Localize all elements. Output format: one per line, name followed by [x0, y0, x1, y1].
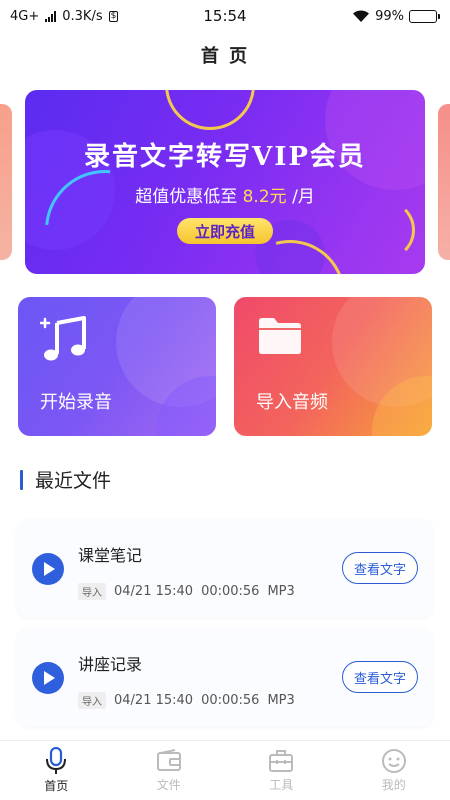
file-tag: 导入	[78, 692, 106, 709]
recharge-button[interactable]: 立即充值	[177, 218, 273, 244]
page-title: 首 页	[200, 46, 250, 67]
banner-subtitle-suffix: /月	[292, 187, 315, 207]
list-item[interactable]: 讲座记录 导入 04/21 15:40 00:00:56 MP3 查看文字	[18, 629, 432, 726]
start-recording-card[interactable]: 开始录音	[18, 297, 216, 436]
recent-files-heading: 最近文件	[20, 466, 111, 493]
play-icon	[44, 562, 55, 576]
status-bar: 4G+ 0.3K/s $ 15:54 99%	[0, 0, 450, 32]
tab-files[interactable]: 文件	[113, 741, 226, 800]
banner-title: 录音文字转写VIP会员	[84, 142, 366, 172]
file-meta: 导入 04/21 15:40 00:00:56 MP3	[78, 583, 303, 600]
status-left: 4G+ 0.3K/s $	[10, 8, 119, 24]
file-date: 04/21 15:40	[114, 693, 194, 708]
import-audio-label: 导入音频	[256, 392, 328, 413]
play-button[interactable]	[32, 553, 64, 585]
tab-profile-label: 我的	[381, 778, 406, 792]
section-accent-bar	[20, 469, 23, 490]
file-duration: 00:00:56	[201, 693, 260, 708]
tab-tools-label: 工具	[269, 778, 294, 792]
folder-icon	[259, 318, 301, 354]
banner-decoration	[355, 200, 415, 260]
tab-files-label: 文件	[156, 778, 181, 792]
recent-files-title: 最近文件	[35, 470, 112, 492]
sd-card-icon: $	[108, 10, 119, 22]
tab-home-label: 首页	[44, 779, 69, 793]
banner-carousel[interactable]: 录音文字转写VIP会员 超值优惠低至 8.2元 /月 立即充值	[0, 90, 450, 274]
file-meta: 导入 04/21 15:40 00:00:56 MP3	[78, 692, 303, 709]
file-name: 课堂笔记	[78, 546, 143, 565]
tab-home[interactable]: 首页	[0, 741, 113, 800]
file-duration: 00:00:56	[201, 584, 260, 599]
play-icon	[44, 671, 55, 685]
network-speed: 0.3K/s	[62, 8, 103, 24]
import-audio-card[interactable]: 导入音频	[234, 297, 432, 436]
file-format: MP3	[267, 693, 295, 708]
play-button[interactable]	[32, 662, 64, 694]
vip-banner[interactable]: 录音文字转写VIP会员 超值优惠低至 8.2元 /月 立即充值	[25, 90, 425, 274]
status-right: 99%	[352, 9, 440, 24]
battery-percent: 99%	[375, 8, 404, 24]
tab-tools[interactable]: 工具	[225, 741, 338, 800]
battery-icon	[409, 9, 440, 23]
network-type: 4G+	[10, 8, 40, 24]
file-tag: 导入	[78, 583, 106, 600]
wifi-icon	[353, 10, 370, 22]
banner-prev-slide[interactable]	[0, 104, 12, 260]
file-format: MP3	[267, 584, 295, 599]
view-text-button[interactable]: 查看文字	[342, 552, 418, 584]
list-item[interactable]: 课堂笔记 导入 04/21 15:40 00:00:56 MP3 查看文字	[18, 520, 432, 617]
file-date: 04/21 15:40	[114, 584, 194, 599]
wallet-icon	[156, 749, 181, 771]
start-recording-label: 开始录音	[40, 392, 112, 413]
smiley-icon	[381, 749, 406, 773]
banner-subtitle: 超值优惠低至 8.2元 /月	[25, 182, 425, 207]
banner-subtitle-prefix: 超值优惠低至	[135, 187, 238, 207]
microphone-icon	[46, 747, 67, 774]
tab-profile[interactable]: 我的	[338, 741, 450, 800]
banner-price: 8.2元	[242, 187, 287, 207]
banner-decoration	[165, 90, 255, 130]
banner-next-slide[interactable]	[438, 104, 450, 260]
toolbox-icon	[269, 750, 294, 772]
view-text-button[interactable]: 查看文字	[342, 661, 418, 693]
signal-icon	[45, 10, 57, 22]
file-name: 讲座记录	[78, 655, 143, 674]
music-note-icon	[40, 316, 86, 361]
bottom-tab-bar: 首页 文件 工具 我的	[0, 740, 450, 800]
